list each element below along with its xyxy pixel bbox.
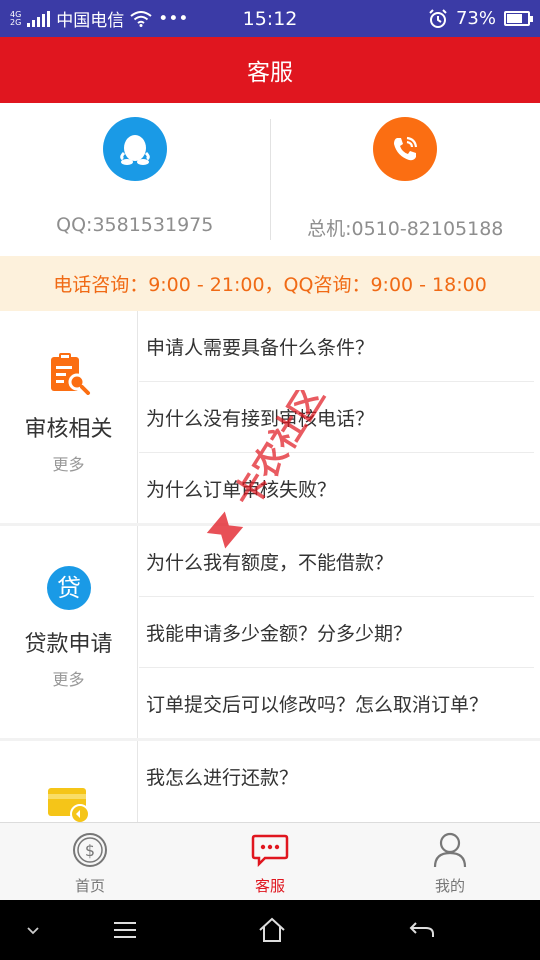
svg-text:$: $ [85,841,95,860]
home-icon[interactable] [250,900,294,960]
chat-bubble-icon[interactable] [251,831,289,869]
tab-label: 客服 [254,877,285,895]
tab-mine[interactable]: 我的 [360,823,540,900]
qq-contact[interactable]: QQ:3581531975 [0,103,270,256]
faq-question[interactable]: 申请人需要具备什么条件？ [139,311,534,382]
page-title: 客服 [247,60,293,86]
back-icon[interactable] [400,900,444,960]
tab-label: 首页 [74,877,105,895]
menu-icon[interactable] [105,900,145,960]
faq-category-name: 贷款申请 [24,632,113,657]
faq-section-loan: 贷 贷款申请 更多 为什么我有额度，不能借款？ 我能申请多少金额？分多少期？ 订… [0,526,540,738]
contact-panel: QQ:3581531975 总机:0510-82105188 [0,103,540,256]
tab-home[interactable]: $ 首页 [0,823,180,900]
svg-text:贷: 贷 [57,574,81,602]
battery-percent: 73% [455,8,496,29]
faq-category-more-link[interactable]: 更多 [52,451,84,475]
phone-number[interactable]: 总机:0510-82105188 [307,214,503,241]
qq-number[interactable]: QQ:3581531975 [56,214,213,236]
faq-category-audit[interactable]: 审核相关 更多 [0,311,138,523]
faq-question-list: 申请人需要具备什么条件？ 为什么没有接到审核电话？ 为什么订单审核失败？ [139,311,534,524]
tab-customer-service[interactable]: 客服 [180,823,360,900]
page-header: 客服 [0,37,540,103]
card-refund-icon [45,779,93,822]
phone-icon[interactable] [373,117,438,181]
faq-category-loan[interactable]: 贷 贷款申请 更多 [0,526,138,738]
faq-question-list: 我怎么进行还款？ [139,741,534,812]
faq-section-repayment: 我怎么进行还款？ [0,741,540,822]
faq-category-name: 审核相关 [24,417,113,442]
faq-category-more-link[interactable]: 更多 [52,666,84,690]
faq-question[interactable]: 订单提交后可以修改吗？怎么取消订单？ [139,668,534,739]
bottom-tab-bar: $ 首页 客服 我的 [0,822,540,900]
status-bar: 4G 2G 中国电信 ••• 15:12 73% [0,0,540,37]
faq-question[interactable]: 我怎么进行还款？ [139,741,534,812]
faq-question-list: 为什么我有额度，不能借款？ 我能申请多少金额？分多少期？ 订单提交后可以修改吗？… [139,526,534,739]
chevron-down-icon[interactable] [18,900,48,960]
loan-icon: 贷 [45,564,93,612]
faq-question[interactable]: 为什么订单审核失败？ [139,453,534,524]
clock: 15:12 [242,7,298,30]
faq-question[interactable]: 我能申请多少金额？分多少期？ [139,597,534,668]
battery-icon [504,11,533,26]
system-navigation-bar [0,900,540,960]
faq-section-audit: 审核相关 更多 申请人需要具备什么条件？ 为什么没有接到审核电话？ 为什么订单审… [0,311,540,523]
alarm-icon [429,8,447,28]
dollar-coin-icon[interactable]: $ [71,831,109,869]
tab-label: 我的 [434,877,465,895]
faq-category-repayment[interactable] [0,741,138,822]
qq-icon[interactable] [102,117,167,181]
service-hours-banner: 电话咨询：9:00 - 21:00，QQ咨询：9:00 - 18:00 [0,256,540,311]
faq-question[interactable]: 为什么我有额度，不能借款？ [139,526,534,597]
faq-question[interactable]: 为什么没有接到审核电话？ [139,382,534,453]
service-hours-text: 电话咨询：9:00 - 21:00，QQ咨询：9:00 - 18:00 [53,274,487,296]
person-icon[interactable] [431,831,469,869]
phone-contact[interactable]: 总机:0510-82105188 [271,103,540,256]
document-search-icon [45,349,93,397]
